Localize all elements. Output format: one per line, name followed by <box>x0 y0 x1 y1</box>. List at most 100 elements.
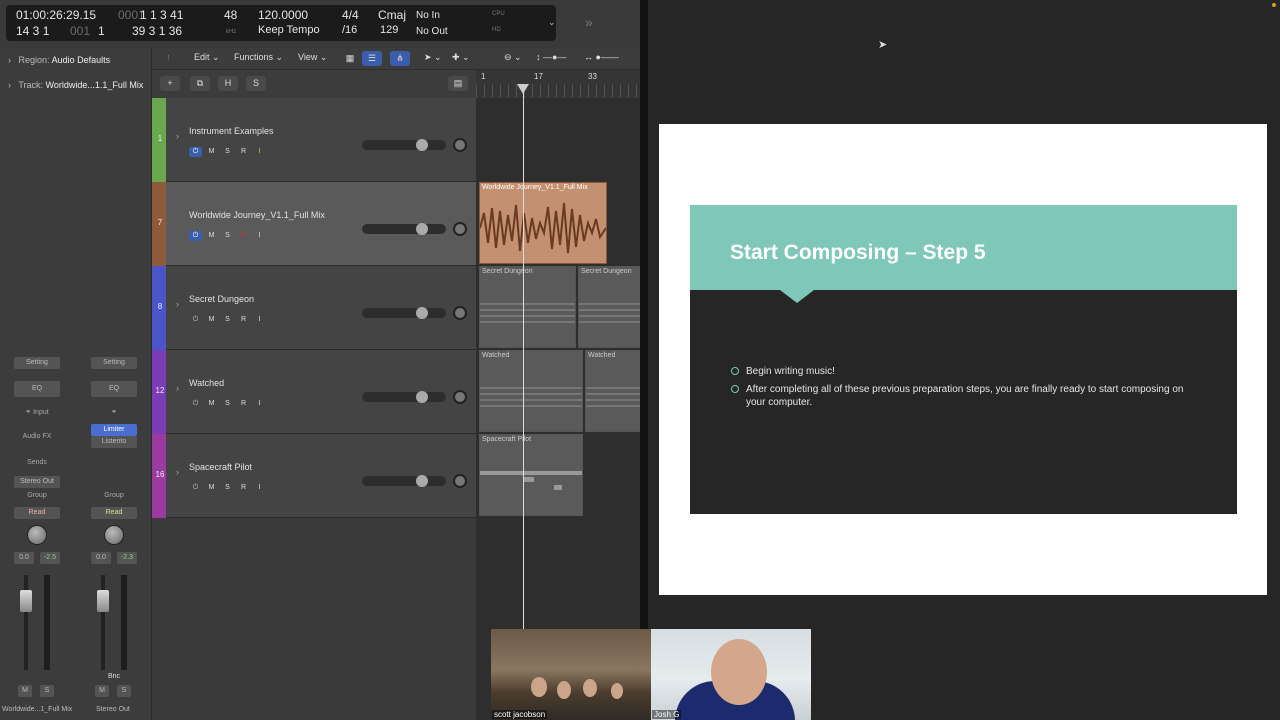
fast-forward-icon[interactable]: » <box>585 14 593 30</box>
input-monitor-button[interactable]: I <box>253 147 266 157</box>
video-tile-participant[interactable]: scott jacobson <box>491 629 651 720</box>
mute-button[interactable]: M <box>205 231 218 241</box>
link-icon[interactable]: ⚭ <box>91 408 137 416</box>
volume-value[interactable]: 0.0 <box>91 552 111 564</box>
pan-knob[interactable] <box>453 306 467 320</box>
pan-knob[interactable] <box>104 525 124 545</box>
chevron-down-icon[interactable]: ⌄ <box>548 17 556 28</box>
mute-button[interactable]: M <box>205 483 218 493</box>
record-button[interactable]: R <box>237 315 250 325</box>
region-inspector-row[interactable]: › Region: Audio Defaults <box>8 55 110 65</box>
input-monitor-button[interactable]: I <box>253 483 266 493</box>
record-button[interactable]: R <box>237 231 250 241</box>
disclosure-triangle-icon[interactable]: › <box>176 467 179 477</box>
timeline-ruler[interactable]: 1 17 33 <box>476 70 640 98</box>
catch-icon[interactable]: ⋔ <box>390 51 410 66</box>
sends-slot[interactable]: Sends <box>14 459 60 466</box>
playhead[interactable] <box>523 84 524 629</box>
input-slot[interactable]: ⚭ Input <box>14 408 60 416</box>
grid-icon[interactable]: ▦ <box>340 51 360 66</box>
lcd-key[interactable]: Cmaj <box>378 8 406 22</box>
global-tracks-icon[interactable]: ▤ <box>448 76 468 91</box>
track-name[interactable]: Watched <box>189 378 224 388</box>
lcd-output[interactable]: No Out <box>416 26 448 37</box>
volume-value[interactable]: 0.0 <box>14 552 34 564</box>
solo-button[interactable]: S <box>221 399 234 409</box>
track-row[interactable]: 1 › Instrument Examples ⏻ M S R I <box>152 98 476 182</box>
mute-button[interactable]: M <box>205 147 218 157</box>
automation-mode[interactable]: Read <box>14 507 60 519</box>
group-slot[interactable]: Group <box>14 492 60 499</box>
pan-knob[interactable] <box>453 222 467 236</box>
waveform-zoom-icon[interactable]: ⊖ ⌄ <box>504 52 522 63</box>
mute-button[interactable]: M <box>205 315 218 325</box>
list-icon[interactable]: ☰ <box>362 51 382 66</box>
eq-button[interactable]: EQ <box>91 381 137 397</box>
track-name[interactable]: Worldwide Journey_V1.1_Full Mix <box>189 210 325 220</box>
input-monitor-button[interactable]: I <box>253 231 266 241</box>
solo-button[interactable]: S <box>221 483 234 493</box>
audio-region[interactable]: Worldwide Journey_V1.1_Full Mix <box>479 182 607 264</box>
power-icon[interactable]: ⏻ <box>189 315 202 325</box>
solo-button[interactable]: S <box>117 685 131 697</box>
track-inspector-row[interactable]: › Track: Worldwide...1.1_Full Mix <box>8 80 143 90</box>
edit-menu[interactable]: Edit ⌄ <box>194 52 220 63</box>
volume-fader[interactable] <box>97 590 109 612</box>
track-name[interactable]: Instrument Examples <box>189 126 274 136</box>
pan-knob[interactable] <box>453 474 467 488</box>
solo-button[interactable]: S <box>221 231 234 241</box>
midi-region[interactable]: Watched <box>479 350 583 432</box>
record-button[interactable]: R <box>237 483 250 493</box>
lcd-tempo[interactable]: 120.0000 <box>258 8 308 22</box>
volume-handle[interactable] <box>416 307 428 319</box>
setting-button[interactable]: Setting <box>14 357 60 369</box>
volume-slider[interactable] <box>362 391 446 403</box>
pan-knob[interactable] <box>453 138 467 152</box>
input-monitor-button[interactable]: I <box>253 399 266 409</box>
lcd-tempo-mode[interactable]: Keep Tempo <box>258 24 320 36</box>
lcd-division[interactable]: /16 <box>342 24 357 36</box>
volume-handle[interactable] <box>416 223 428 235</box>
functions-menu[interactable]: Functions ⌄ <box>234 52 283 63</box>
limiter-plugin[interactable]: Limiter <box>91 424 137 436</box>
disclosure-triangle-icon[interactable]: › <box>176 131 179 141</box>
crosshair-tool-icon[interactable]: ✚ ⌄ <box>452 52 470 63</box>
group-slot[interactable]: Group <box>91 492 137 499</box>
solo-button[interactable]: S <box>221 315 234 325</box>
track-name[interactable]: Secret Dungeon <box>189 294 254 304</box>
mute-button[interactable]: M <box>18 685 32 697</box>
midi-region[interactable]: Spacecraft Pilot <box>479 434 583 516</box>
track-row[interactable]: 7 Worldwide Journey_V1.1_Full Mix ⏻ M S R I <box>152 182 476 266</box>
disclosure-triangle-icon[interactable]: › <box>176 299 179 309</box>
track-row[interactable]: 12 › Watched ⏻ M S R I <box>152 350 476 434</box>
output-slot[interactable]: Stereo Out <box>14 476 60 488</box>
hide-button[interactable]: H <box>218 76 238 91</box>
view-menu[interactable]: View ⌄ <box>298 52 327 63</box>
volume-fader[interactable] <box>20 590 32 612</box>
mute-button[interactable]: M <box>95 685 109 697</box>
mute-button[interactable]: M <box>205 399 218 409</box>
solo-button[interactable]: S <box>40 685 54 697</box>
power-icon[interactable]: ⏻ <box>189 147 202 157</box>
duplicate-track-icon[interactable]: ⧉ <box>190 76 210 91</box>
horizontal-zoom-icon[interactable]: ↔ ●—— <box>584 52 619 62</box>
automation-mode[interactable]: Read <box>91 507 137 519</box>
track-row[interactable]: 8 › Secret Dungeon ⏻ M S R I <box>152 266 476 350</box>
add-track-button[interactable]: + <box>160 76 180 91</box>
power-icon[interactable]: ⏻ <box>189 483 202 493</box>
audio-fx-slot[interactable]: Audio FX <box>14 433 60 440</box>
power-icon[interactable]: ⏻ <box>189 399 202 409</box>
record-button[interactable]: R <box>237 399 250 409</box>
pointer-tool-icon[interactable]: ➤ ⌄ <box>424 52 442 63</box>
eq-button[interactable]: EQ <box>14 381 60 397</box>
power-icon[interactable]: ⏻ <box>189 231 202 241</box>
disclosure-triangle-icon[interactable]: › <box>176 383 179 393</box>
up-arrow-icon[interactable]: ↑ <box>166 52 171 62</box>
bounce-button[interactable]: Bnc <box>91 673 137 680</box>
lcd-time-signature[interactable]: 4/4 <box>342 8 359 22</box>
midi-region[interactable]: Secret Dungeon <box>578 266 640 348</box>
listento-plugin[interactable]: Listento <box>91 436 137 448</box>
volume-slider[interactable] <box>362 475 446 487</box>
track-name[interactable]: Spacecraft Pilot <box>189 462 252 472</box>
arrange-area[interactable]: Worldwide Journey_V1.1_Full Mix Secret D… <box>476 98 640 720</box>
